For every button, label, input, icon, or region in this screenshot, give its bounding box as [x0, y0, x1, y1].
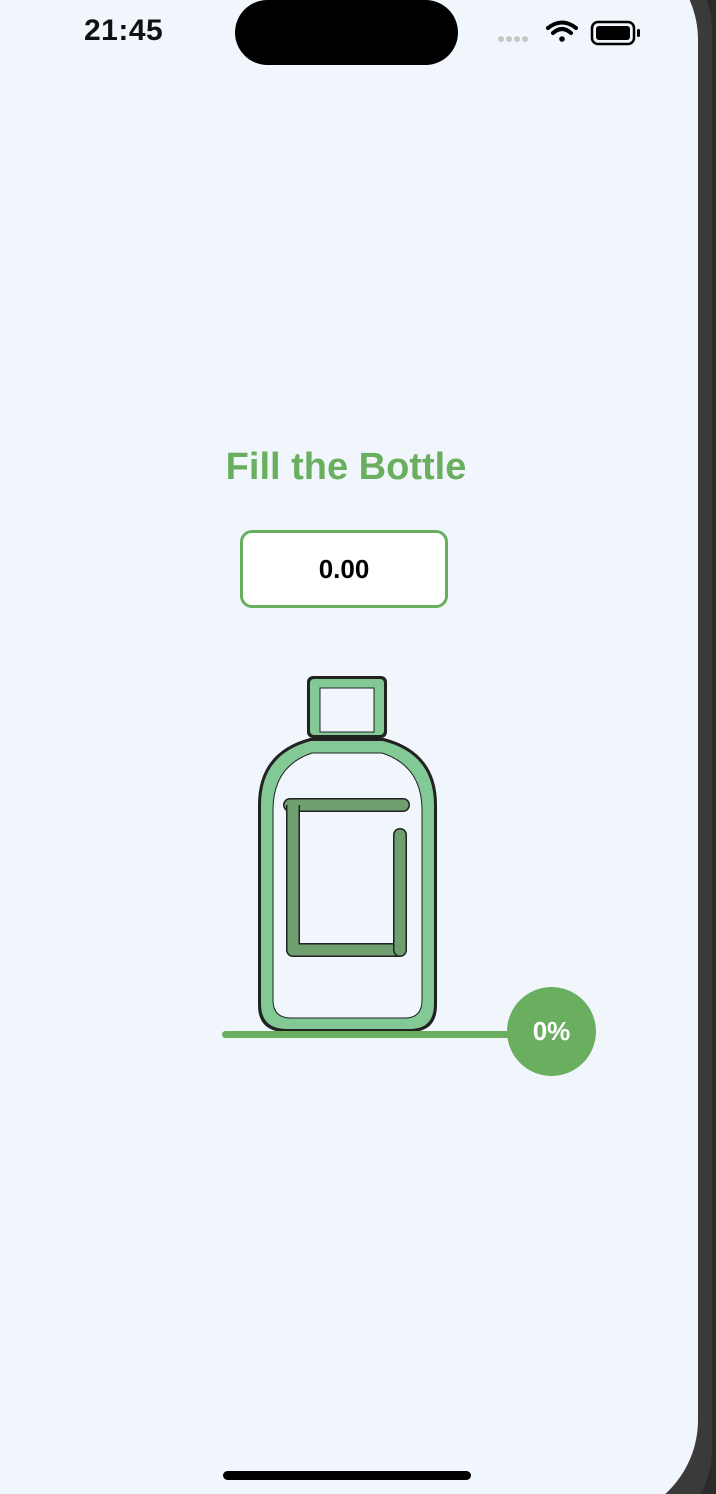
slider-percent-label: 0%	[532, 1016, 571, 1046]
dynamic-island	[235, 0, 458, 65]
battery-icon	[590, 20, 640, 46]
bottle-cap	[307, 676, 387, 738]
device-frame: 21:45 Fill the Bottle 0.00 0%	[0, 0, 716, 1494]
fill-slider-thumb[interactable]: 0%	[507, 987, 596, 1076]
bottle-illustration	[258, 676, 437, 1032]
value-text: 0.00	[318, 553, 370, 584]
wifi-icon	[546, 20, 578, 42]
home-indicator[interactable]	[223, 1471, 471, 1480]
signal-dots-icon	[498, 36, 528, 42]
fill-slider-track[interactable]	[222, 1031, 512, 1038]
status-icons	[498, 20, 640, 46]
bottle-body	[258, 738, 437, 1032]
page-title: Fill the Bottle	[225, 446, 467, 488]
phone-screen: 21:45 Fill the Bottle 0.00 0%	[0, 0, 698, 1494]
value-field[interactable]: 0.00	[240, 530, 448, 608]
status-time: 21:45	[84, 14, 164, 47]
